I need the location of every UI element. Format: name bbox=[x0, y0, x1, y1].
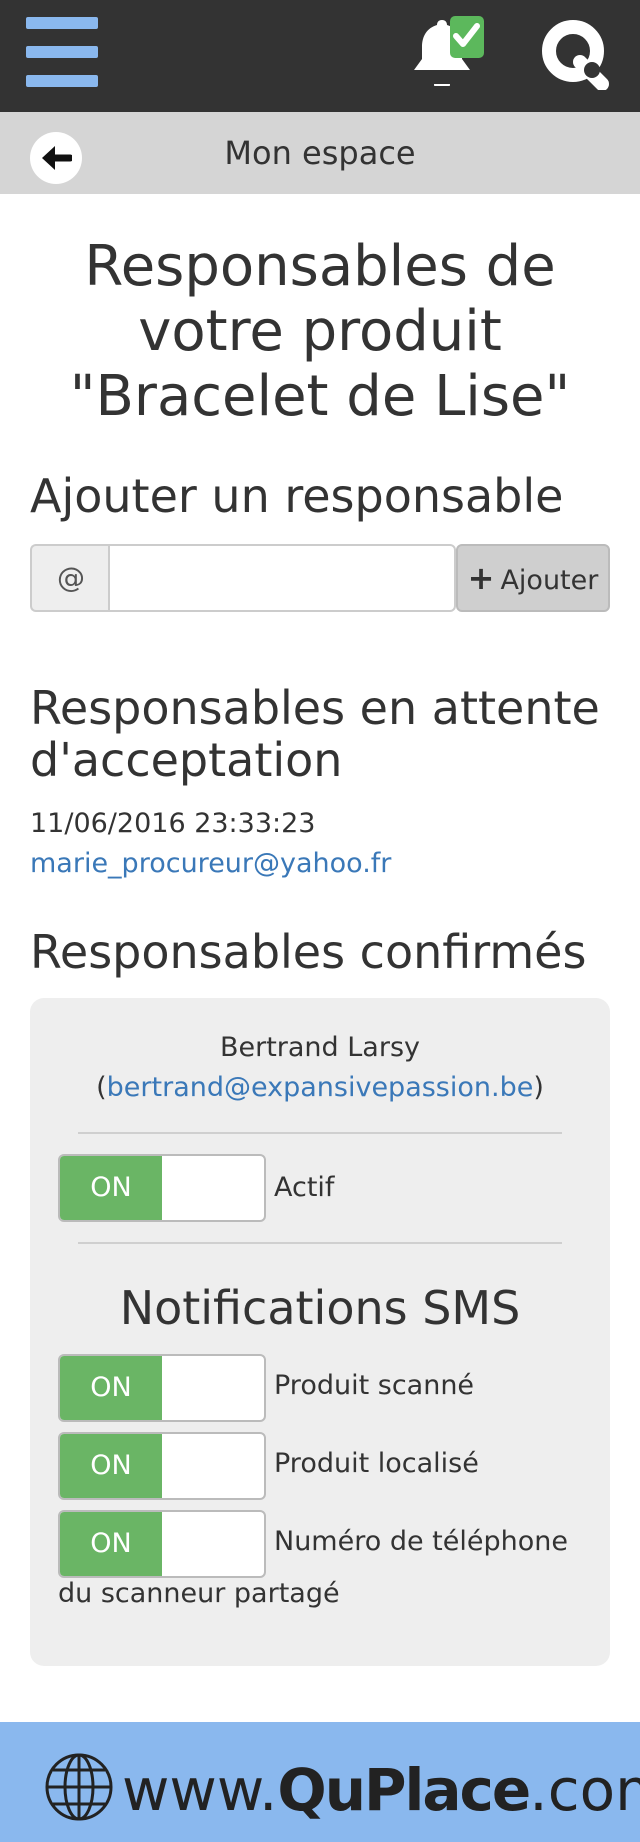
responsible-email-line: (bertrand@expansivepassion.be) bbox=[30, 1068, 610, 1108]
responsible-name: Bertrand Larsy bbox=[219, 1032, 421, 1063]
add-responsible-form: @ + Ajouter bbox=[30, 544, 610, 612]
brand-name: QuPlace bbox=[277, 1756, 531, 1824]
sms-notifications-heading: Notifications SMS bbox=[119, 1281, 521, 1335]
sms-toggle-phone-shared[interactable]: ON bbox=[58, 1510, 266, 1578]
pending-heading-line: d'acceptation bbox=[30, 733, 343, 787]
at-sign-addon: @ bbox=[30, 544, 110, 612]
globe-icon bbox=[45, 1753, 113, 1821]
url-suffix: .com bbox=[529, 1756, 640, 1824]
toggle-on-label: ON bbox=[60, 1434, 162, 1498]
add-button-label: Ajouter bbox=[500, 565, 599, 596]
notification-bell-icon[interactable] bbox=[404, 14, 486, 92]
back-button[interactable] bbox=[30, 132, 82, 184]
page-title: Responsables de votre produit "Bracelet … bbox=[30, 234, 610, 429]
pending-email-link[interactable]: marie_procureur@yahoo.fr bbox=[30, 848, 391, 879]
page-title-line: votre produit bbox=[138, 299, 502, 364]
plus-icon: + bbox=[467, 559, 495, 597]
pending-heading-line: Responsables en attente bbox=[30, 681, 600, 735]
divider bbox=[78, 1132, 562, 1134]
hamburger-menu-icon[interactable] bbox=[26, 17, 98, 87]
sms-toggle-scanned[interactable]: ON bbox=[58, 1354, 266, 1422]
sms-toggle-phone-shared-label: Numéro de téléphone bbox=[274, 1526, 568, 1557]
sms-toggle-located[interactable]: ON bbox=[58, 1432, 266, 1500]
menu-bar bbox=[26, 75, 98, 87]
menu-bar bbox=[26, 17, 98, 29]
sms-toggle-located-label: Produit localisé bbox=[274, 1448, 479, 1479]
responsible-email-link[interactable]: bertrand@expansivepassion.be bbox=[107, 1072, 534, 1103]
quplace-logo-icon[interactable] bbox=[540, 18, 612, 91]
pending-heading: Responsables en attente d'acceptation bbox=[30, 682, 620, 786]
paren-open: ( bbox=[96, 1072, 107, 1103]
email-input[interactable] bbox=[108, 544, 456, 612]
subheader-title: Mon espace bbox=[224, 134, 416, 172]
page-title-line: "Bracelet de Lise" bbox=[69, 364, 571, 429]
confirmed-heading: Responsables confirmés bbox=[30, 925, 587, 979]
active-toggle[interactable]: ON bbox=[58, 1154, 266, 1222]
toggle-on-label: ON bbox=[60, 1156, 162, 1220]
paren-close: ) bbox=[533, 1072, 544, 1103]
url-prefix: www. bbox=[122, 1756, 278, 1824]
sms-toggle-scanned-label: Produit scanné bbox=[274, 1370, 475, 1401]
add-button[interactable]: + Ajouter bbox=[456, 544, 610, 612]
arrow-left-icon bbox=[42, 146, 72, 170]
footer-website-link[interactable]: www.QuPlace.com bbox=[122, 1750, 640, 1830]
page-title-line: Responsables de bbox=[84, 234, 556, 299]
toggle-on-label: ON bbox=[60, 1356, 162, 1420]
pending-date: 11/06/2016 23:33:23 bbox=[30, 808, 316, 839]
divider bbox=[78, 1242, 562, 1244]
active-toggle-label: Actif bbox=[274, 1172, 335, 1203]
toggle-on-label: ON bbox=[60, 1512, 162, 1576]
sms-toggle-phone-shared-label-cont: du scanneur partagé bbox=[58, 1578, 340, 1609]
menu-bar bbox=[26, 46, 98, 58]
add-responsible-heading: Ajouter un responsable bbox=[30, 469, 564, 523]
